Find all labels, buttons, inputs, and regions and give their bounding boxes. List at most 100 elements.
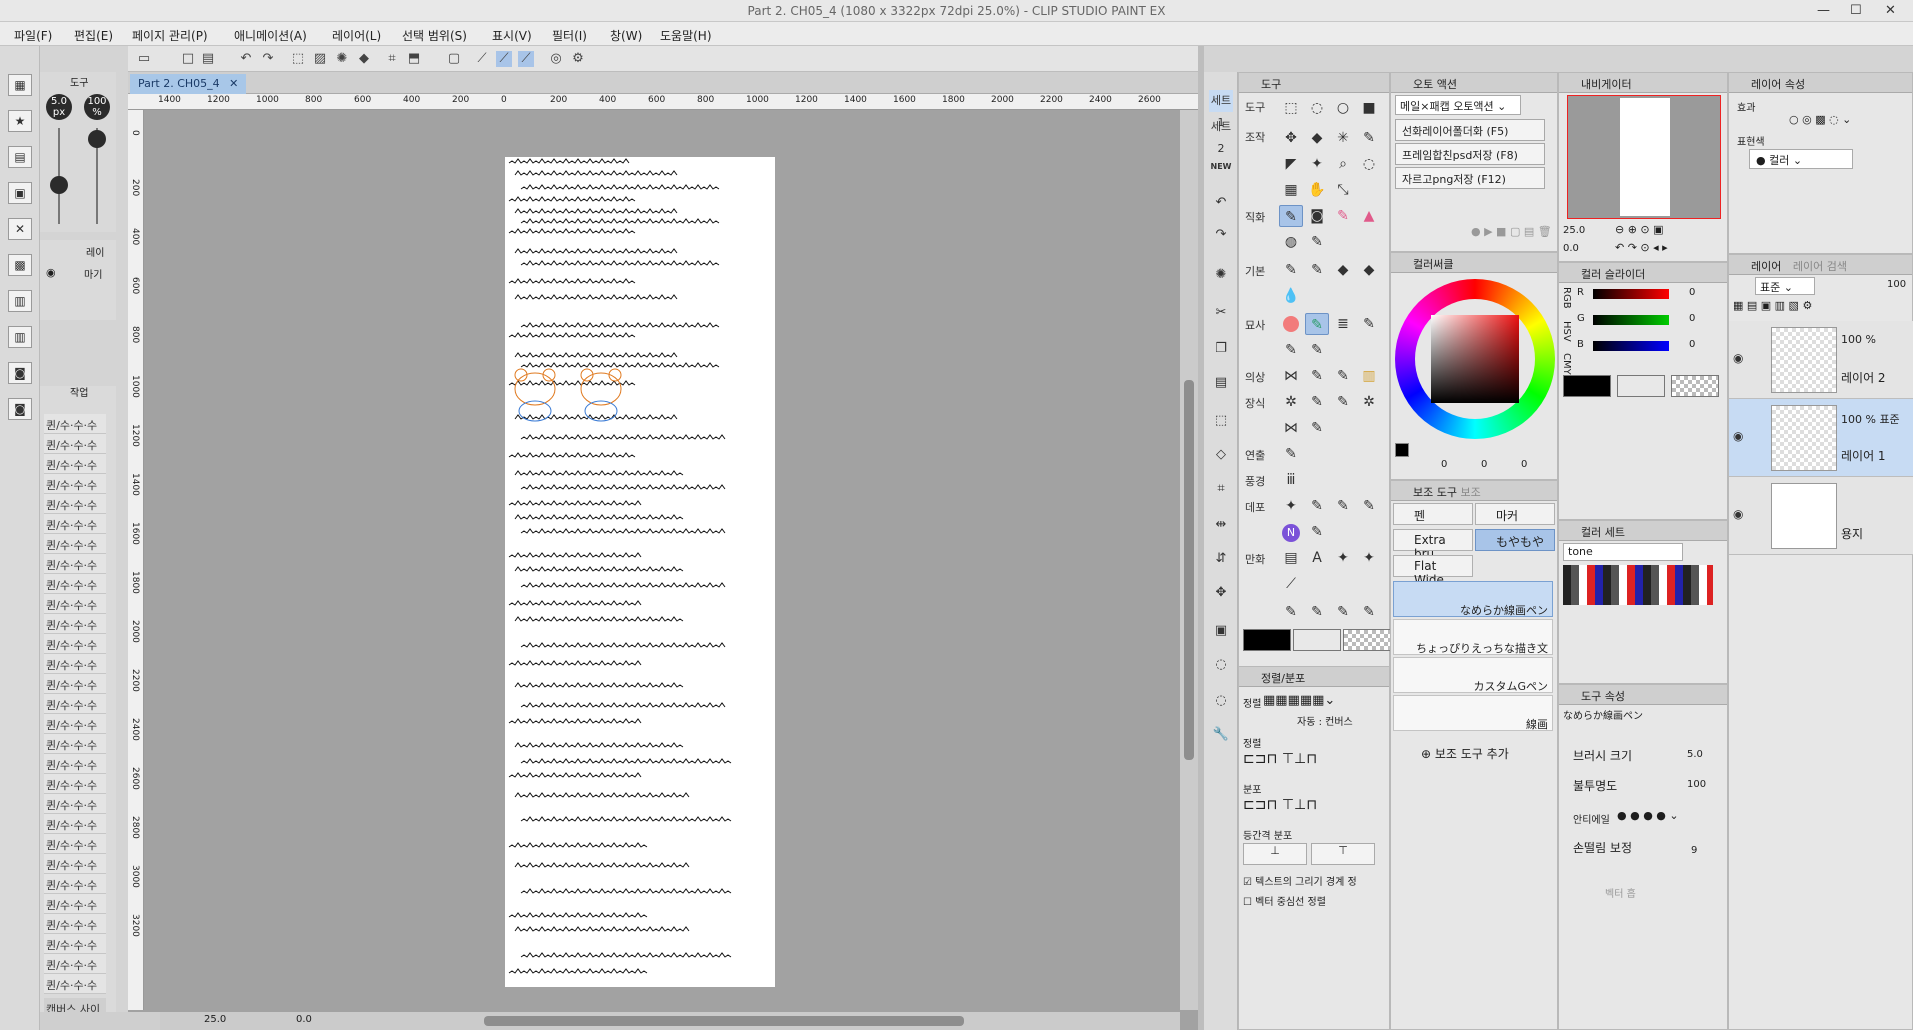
wrench-icon[interactable]: 🔧 [1209,724,1233,746]
layer-1-name[interactable]: 레이어 1 [1841,447,1886,464]
redo-icon[interactable]: ↷ [260,51,276,67]
cat-decoration[interactable]: 장식 [1245,395,1271,411]
cat-depict[interactable]: 묘사 [1245,317,1271,333]
new-file-icon[interactable]: □ [180,51,196,67]
gear-deco-icon[interactable]: ✲ [1279,391,1303,413]
pen-basic-icon[interactable]: ✎ [1279,259,1303,281]
new-badge[interactable]: NEW [1209,156,1233,178]
perspective-snap-icon[interactable]: ⟋ [518,51,534,67]
brush-size-display[interactable]: 5.0 px [46,94,72,120]
work-list-item[interactable]: 퀸/수·수·수 [44,674,106,694]
cut-icon[interactable]: ✂ [1209,302,1233,324]
undo-icon[interactable]: ↶ [238,51,254,67]
work-list-item[interactable]: 퀸/수·수·수 [44,734,106,754]
close-button[interactable]: ✕ [1885,3,1896,18]
sparkle-deform-icon[interactable]: ✦ [1279,495,1303,517]
minimize-button[interactable]: — [1817,3,1830,18]
free-transform-icon[interactable]: ◇ [1209,444,1233,466]
opacity-display[interactable]: 100% [84,94,110,120]
move-tool-icon[interactable]: ✥ [1279,127,1303,149]
work-list-item[interactable]: 퀸/수·수·수 [44,714,106,734]
brush-row-4[interactable]: 線画 [1393,695,1553,731]
pen-effect-icon[interactable]: ✎ [1279,443,1303,465]
align-icons[interactable]: ⊏⊐⊓ ⊤⊥⊓ [1243,751,1317,767]
main-color-swatch[interactable] [1243,629,1291,651]
bucket-icon[interactable]: ◆ [356,51,372,67]
undo-strip-icon[interactable]: ↶ [1209,192,1233,214]
lasso2-icon[interactable]: ◌ [1209,690,1233,712]
pattern-icon[interactable]: ▥ [1357,365,1381,387]
mesh-icon[interactable]: ⌗ [1209,478,1233,500]
vertical-scroll-thumb[interactable] [1184,380,1194,760]
action-2[interactable]: 프레임합친psd저장 (F8) [1395,143,1545,165]
work-list-item[interactable]: 퀸/수·수·수 [44,774,106,794]
transform-strip-icon[interactable]: ⬚ [1209,410,1233,432]
set1-tab[interactable]: 세트1 [1209,90,1233,129]
eye-icon[interactable]: ◉ [46,266,56,279]
blend-tool-icon[interactable]: ◍ [1279,231,1303,253]
cake-icon[interactable]: ▲ [1357,205,1381,227]
open-icon[interactable]: ▤ [200,51,216,67]
pen-depict3-icon[interactable]: ✎ [1305,339,1329,361]
material-icon[interactable]: ★ [8,110,32,132]
menu-animation[interactable]: 애니메이션(A) [234,27,307,44]
text-tool-icon[interactable]: A [1305,547,1329,569]
text-bounds-checkbox[interactable]: ☑ 텍스트의 그리기 경계 정 [1243,873,1357,888]
equal-v-button[interactable]: ⊤ [1311,843,1375,865]
maximize-button[interactable]: ☐ [1850,3,1862,18]
work-list-item[interactable]: 퀸/수·수·수 [44,414,106,434]
object-tool-icon[interactable]: ◤ [1279,153,1303,175]
layer-row-paper[interactable]: ◉ 용지 [1729,477,1913,555]
square-tool-icon[interactable]: ■ [1357,97,1381,119]
frame-tool-icon[interactable]: ▦ [1279,179,1303,201]
cat-deform[interactable]: 데포 [1245,499,1271,515]
check-icon[interactable]: ◎ [548,51,564,67]
blend-mode-select[interactable]: 표준 ⌄ [1755,277,1815,295]
grid-snap-icon[interactable]: ⟋ [496,51,512,67]
zoom-tool-icon[interactable]: ⌕ [1331,153,1355,175]
layer-row-1[interactable]: ◉ 100 % 표준 레이어 1 [1729,399,1913,477]
work-list-item[interactable]: 퀸/수·수·수 [44,654,106,674]
work-list-item[interactable]: 퀸/수·수·수 [44,634,106,654]
gear-deco2-icon[interactable]: ✲ [1357,391,1381,413]
brush-row-1[interactable]: なめらか線画ペン [1393,581,1553,617]
work-list-item[interactable]: 퀸/수·수·수 [44,854,106,874]
work-list-item[interactable]: 퀸/수·수·수 [44,894,106,914]
subtool-moyamoya[interactable]: もやもや [1475,529,1555,551]
document-tab-close[interactable]: ✕ [229,77,238,90]
b-value[interactable]: 0 [1689,339,1695,350]
clear-icon[interactable]: ⬚ [290,51,306,67]
cat-tool[interactable]: 도구 [1245,99,1271,115]
action-3[interactable]: 자르고png저장 (F12) [1395,167,1545,189]
color-set-swatches[interactable] [1563,565,1713,605]
layer-2-name[interactable]: 레이어 2 [1841,369,1886,386]
settings-icon[interactable]: ⚙ [570,51,586,67]
cat-draw[interactable]: 직화 [1245,209,1271,225]
sparkle-manga2-icon[interactable]: ✦ [1357,547,1381,569]
canvas-page[interactable] [505,157,775,987]
pen-depict2-icon[interactable]: ✎ [1279,339,1303,361]
navigator-zoom-buttons[interactable]: ⊖ ⊕ ⊙ ▣ [1615,223,1664,236]
brush-size-prop-value[interactable]: 5.0 [1687,749,1703,760]
paper-eye-icon[interactable]: ◉ [1733,507,1743,521]
subtool-tab2[interactable]: 보조 [1460,486,1480,499]
wand-tool-icon[interactable]: ✦ [1305,153,1329,175]
layer-1-eye-icon[interactable]: ◉ [1733,429,1743,443]
pen-deform4-icon[interactable]: ✎ [1305,521,1329,543]
play-icons[interactable]: ● ▶ ■ ▢ ▤ 🗑 [1471,225,1552,238]
zoom-value[interactable]: 25.0 [204,1014,226,1025]
current-color-chip[interactable] [1395,443,1409,457]
menu-layer[interactable]: 레이어(L) [332,27,381,44]
b-slider[interactable] [1593,341,1669,351]
crop-icon[interactable]: ⌗ [384,51,400,67]
r-slider[interactable] [1593,289,1669,299]
work-list-item[interactable]: 퀸/수·수·수 [44,534,106,554]
navigator-angle[interactable]: 0.0 [1563,243,1579,254]
work-list-item[interactable]: 퀸/수·수·수 [44,614,106,634]
mode-rgb[interactable]: RGB [1561,287,1572,309]
grass-icon[interactable]: ⅲ [1279,469,1303,491]
brush-row-2[interactable]: ちょっぴりえっちな描き文 [1393,619,1553,655]
canvas-icon[interactable]: ▦ [8,74,32,96]
sub-color-swatch[interactable] [1293,629,1341,651]
marker-green-icon[interactable]: ✎ [1305,313,1329,335]
